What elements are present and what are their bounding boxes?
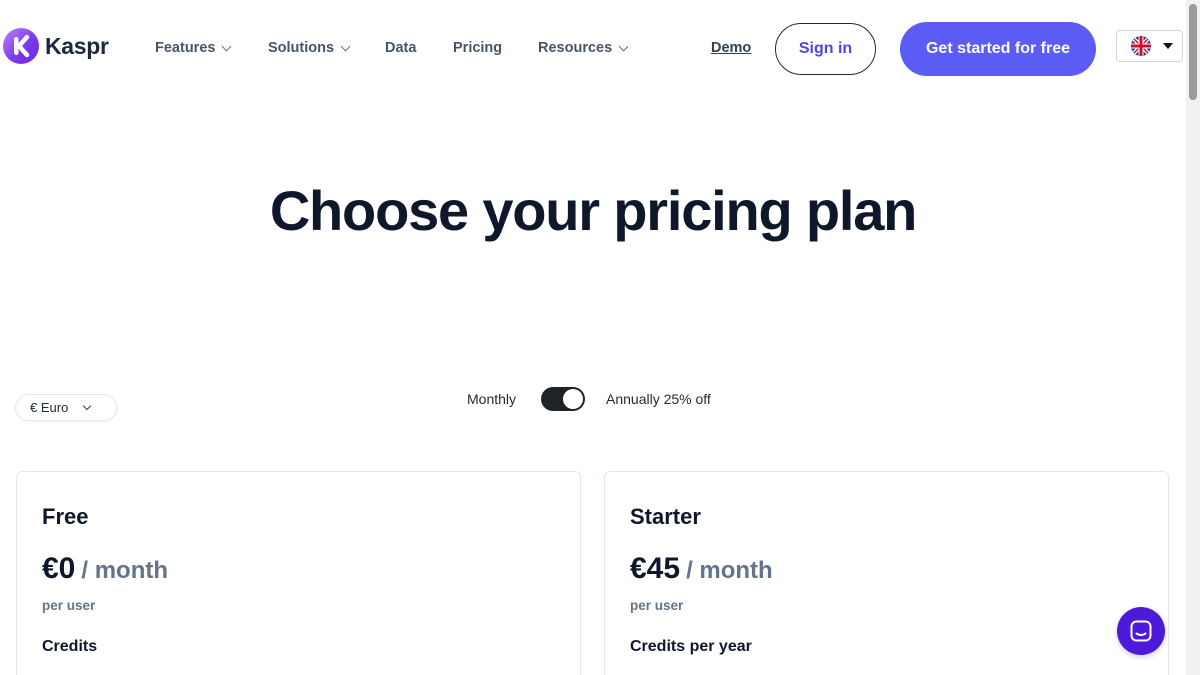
nav-item-data[interactable]: Data xyxy=(385,40,416,56)
billing-toggle[interactable] xyxy=(541,387,585,411)
nav-item-label: Resources xyxy=(538,40,613,56)
chat-icon xyxy=(1130,620,1152,642)
language-selector[interactable] xyxy=(1116,30,1183,62)
plan-credits-label: Credits xyxy=(42,638,98,655)
price-row: €45 / month xyxy=(630,552,773,586)
nav-item-resources[interactable]: Resources xyxy=(538,40,629,56)
chevron-down-icon xyxy=(222,41,232,51)
nav-item-solutions[interactable]: Solutions xyxy=(268,40,351,56)
price-row: €0 / month xyxy=(42,552,168,586)
toggle-knob xyxy=(563,389,583,409)
billing-annual-label: Annually 25% off xyxy=(606,391,711,407)
billing-monthly-label: Monthly xyxy=(467,391,517,407)
chevron-down-icon xyxy=(618,41,629,51)
chevron-down-icon xyxy=(83,401,92,410)
nav-item-features[interactable]: Features xyxy=(155,40,232,56)
kaspr-logo-icon xyxy=(3,28,39,64)
plan-name: Free xyxy=(42,504,89,529)
demo-link[interactable]: Demo xyxy=(711,40,751,56)
plan-period: / month xyxy=(81,557,169,584)
currency-selector[interactable]: € Euro xyxy=(15,394,117,421)
plan-per-user: per user xyxy=(630,598,684,613)
nav-item-label: Pricing xyxy=(453,40,503,56)
page-scrollbar[interactable] xyxy=(1186,0,1200,675)
plan-per-user: per user xyxy=(42,598,96,613)
page-title: Choose your pricing plan xyxy=(269,179,918,242)
kaspr-logo[interactable]: Kaspr xyxy=(3,28,109,64)
plan-card-free: Free €0 / month per user Credits xyxy=(16,471,581,675)
nav-item-label: Features xyxy=(155,40,216,56)
get-started-button[interactable]: Get started for free xyxy=(900,22,1096,76)
plan-price: €0 xyxy=(42,552,76,585)
plan-credits-label: Credits per year xyxy=(630,638,752,655)
plan-name: Starter xyxy=(630,504,701,529)
nav-item-pricing[interactable]: Pricing xyxy=(453,40,502,56)
nav-item-label: Solutions xyxy=(268,40,335,56)
plan-price: €45 xyxy=(630,552,681,585)
sign-in-button[interactable]: Sign in xyxy=(775,23,876,75)
caret-down-icon xyxy=(1163,43,1173,49)
brand-name: Kaspr xyxy=(45,32,109,59)
chat-launcher-button[interactable] xyxy=(1117,607,1165,655)
chevron-down-icon xyxy=(340,41,351,51)
scrollbar-thumb[interactable] xyxy=(1189,4,1197,100)
plan-period: / month xyxy=(686,557,773,584)
plan-card-starter: Starter €45 / month per user Credits per… xyxy=(604,471,1169,675)
top-nav: Kaspr Features Solutions Data Pricing Re… xyxy=(0,0,1186,98)
uk-flag-icon xyxy=(1131,36,1151,56)
nav-item-label: Data xyxy=(385,40,417,56)
currency-label: € Euro xyxy=(30,400,69,415)
